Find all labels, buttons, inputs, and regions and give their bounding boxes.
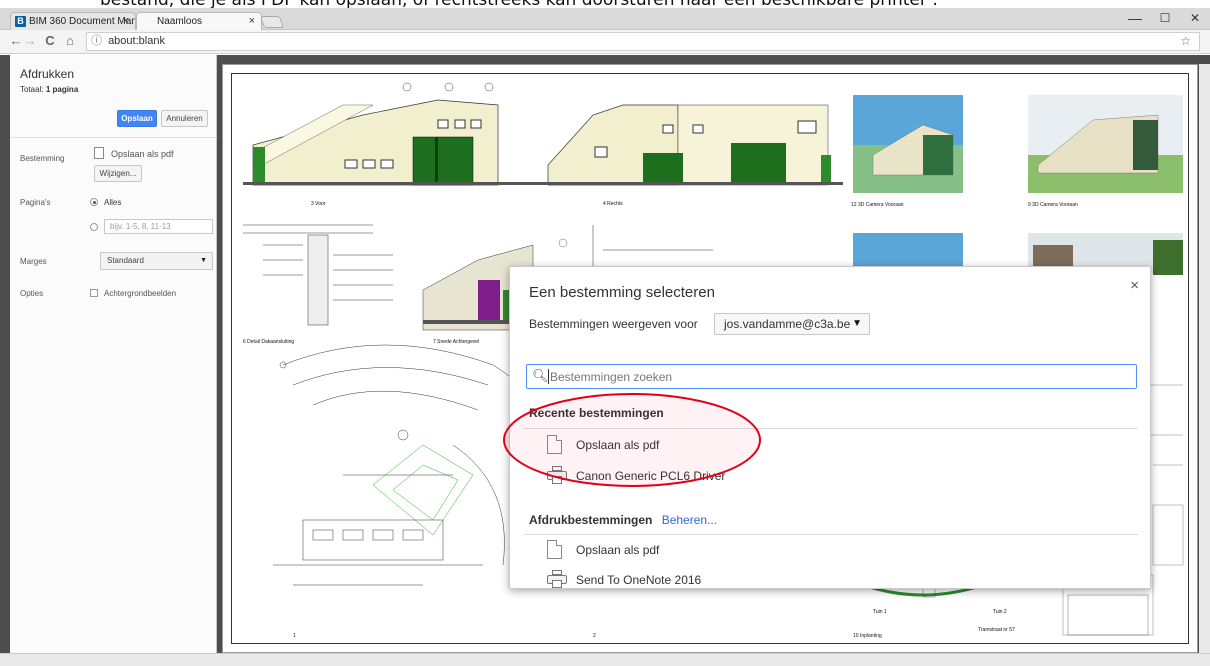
tab-naamloos[interactable]: Naamloos × [136,12,262,30]
destination-label: Canon Generic PCL6 Driver [576,469,726,483]
view-label-1: 1 [293,633,296,639]
close-tab-icon[interactable]: × [123,13,129,30]
maximize-button[interactable]: ☐ [1155,11,1175,25]
manage-link[interactable]: Beheren... [662,513,717,527]
horizontal-scrollbar[interactable] [0,653,1210,666]
tab-bar: B BIM 360 Document Man × Naamloos × ⁣⁣ —… [0,8,1210,30]
reload-icon[interactable]: C [42,33,58,48]
vertical-scrollbar[interactable] [1199,64,1210,653]
divider [524,428,1138,429]
view-label-rechts: 4 Rechts [603,201,623,207]
label-tuin-2: Tuin 2 [993,609,1007,615]
view-label-snede: 7 Snede Achtergevel [433,339,479,345]
destination-value: Opslaan als pdf [111,149,174,159]
destination-label: Send To OneNote 2016 [576,573,702,587]
total-value: 1 pagina [45,85,79,94]
background-graphics-label: Achtergrondbeelden [104,289,177,298]
print-destinations-title: Afdrukbestemmingen [529,513,653,527]
print-settings-panel: Afdrukken Totaal: 1 pagina Opslaan Annul… [10,55,217,653]
document-icon [547,540,562,559]
new-tab-button[interactable] [259,16,285,28]
view-label-inplanting: 10 Inplanting [853,633,882,639]
search-icon: 🔍︎ [532,368,549,383]
bim360-favicon-icon: B [15,16,26,27]
view-label-detail: 6 Detail Dakaansluiting [243,339,294,345]
view-label-3d-2: 9 3D Camera Vooraan [1028,202,1078,208]
home-icon[interactable]: ⌂ [62,33,78,48]
recent-destination-pdf[interactable]: Opslaan als pdf [545,433,1105,459]
3d-render-1 [853,95,963,193]
browser-toolbar: ← → C ⌂ ⓘ about:blank ☆ [0,30,1210,54]
screen: bestand, die je als PDF kan opslaan, of … [0,0,1210,666]
chevron-down-icon: ▼ [852,318,862,329]
pages-range-radio[interactable] [90,223,98,231]
bookmark-star-icon[interactable]: ☆ [1180,33,1191,50]
pages-range-input[interactable]: bijv. 1-5, 8, 11-13 [104,219,213,234]
pages-all-label: Alles [104,198,122,207]
detail-dakaansluiting-drawing [243,224,393,326]
recent-destination-canon[interactable]: Canon Generic PCL6 Driver [545,464,1105,490]
options-label: Opties [20,289,44,298]
view-label-voor: 3 Voor [311,201,326,207]
print-title: Afdrukken [20,67,75,81]
view-label-3d-1: 12 3D Camera Vooraan [851,202,904,208]
forward-icon[interactable]: → [22,33,38,48]
document-icon [94,147,104,159]
tab-label: Naamloos [157,16,203,27]
tab-label: BIM 360 Document Man [29,16,136,27]
address-bar[interactable]: ⓘ about:blank ☆ [86,32,1200,51]
destination-label: Opslaan als pdf [576,543,660,557]
total-prefix: Totaal: [20,85,44,94]
elevation-rechts-drawing [543,104,843,186]
page-total: Totaal: 1 pagina [20,85,78,94]
info-icon[interactable]: ⓘ [91,35,102,47]
account-select[interactable]: jos.vandamme@c3a.be ▼ [714,313,870,335]
divider [524,534,1138,535]
close-icon[interactable]: × [1130,277,1139,294]
destination-label: Bestemming [20,154,65,163]
cancel-button[interactable]: Annuleren [161,110,208,127]
change-destination-button[interactable]: Wijzigen... [94,165,142,182]
background-graphics-checkbox[interactable] [90,289,98,297]
destination-search-input[interactable]: 🔍︎ Bestemmingen zoeken [526,364,1137,389]
label-tuin-1: Tuin 1 [873,609,887,615]
address-text: about:blank [108,35,165,47]
3d-render-2 [1028,95,1183,193]
account-value: jos.vandamme@c3a.be [724,317,851,331]
elevation-voor-drawing [243,82,543,186]
pages-label: Pagina's [20,198,51,207]
print-destination-onenote[interactable]: Send To OneNote 2016 [545,568,1105,588]
print-destinations-header: Afdrukbestemmingen Beheren... [529,513,717,527]
margins-label: Marges [20,257,47,266]
chevron-down-icon: ▼ [200,257,207,264]
save-button[interactable]: Opslaan [117,110,157,127]
divider [10,137,217,138]
close-window-button[interactable]: ✕ [1185,11,1205,25]
print-destination-pdf[interactable]: Opslaan als pdf [545,538,1105,564]
document-icon [547,435,562,454]
minimize-button[interactable]: — [1125,10,1145,26]
margins-select[interactable]: Standaard ▼ [100,252,213,270]
search-placeholder: Bestemmingen zoeken [547,369,673,384]
label-tramstraat: Tramstraat nr 57 [978,627,1015,633]
show-for-label: Bestemmingen weergeven voor [529,317,698,331]
printer-icon [547,466,567,484]
printer-icon [547,570,567,588]
recent-destinations-header: Recente bestemmingen [529,406,664,420]
dialog-title: Een bestemming selecteren [529,284,715,301]
destination-dialog: Een bestemming selecteren × Bestemmingen… [509,266,1151,589]
pages-all-radio[interactable] [90,198,98,206]
tab-bim360[interactable]: B BIM 360 Document Man × [10,12,136,30]
view-label-2: 2 [593,633,596,639]
margins-value: Standaard [107,256,144,265]
close-tab-icon[interactable]: × [249,13,255,30]
destination-label: Opslaan als pdf [576,438,660,452]
